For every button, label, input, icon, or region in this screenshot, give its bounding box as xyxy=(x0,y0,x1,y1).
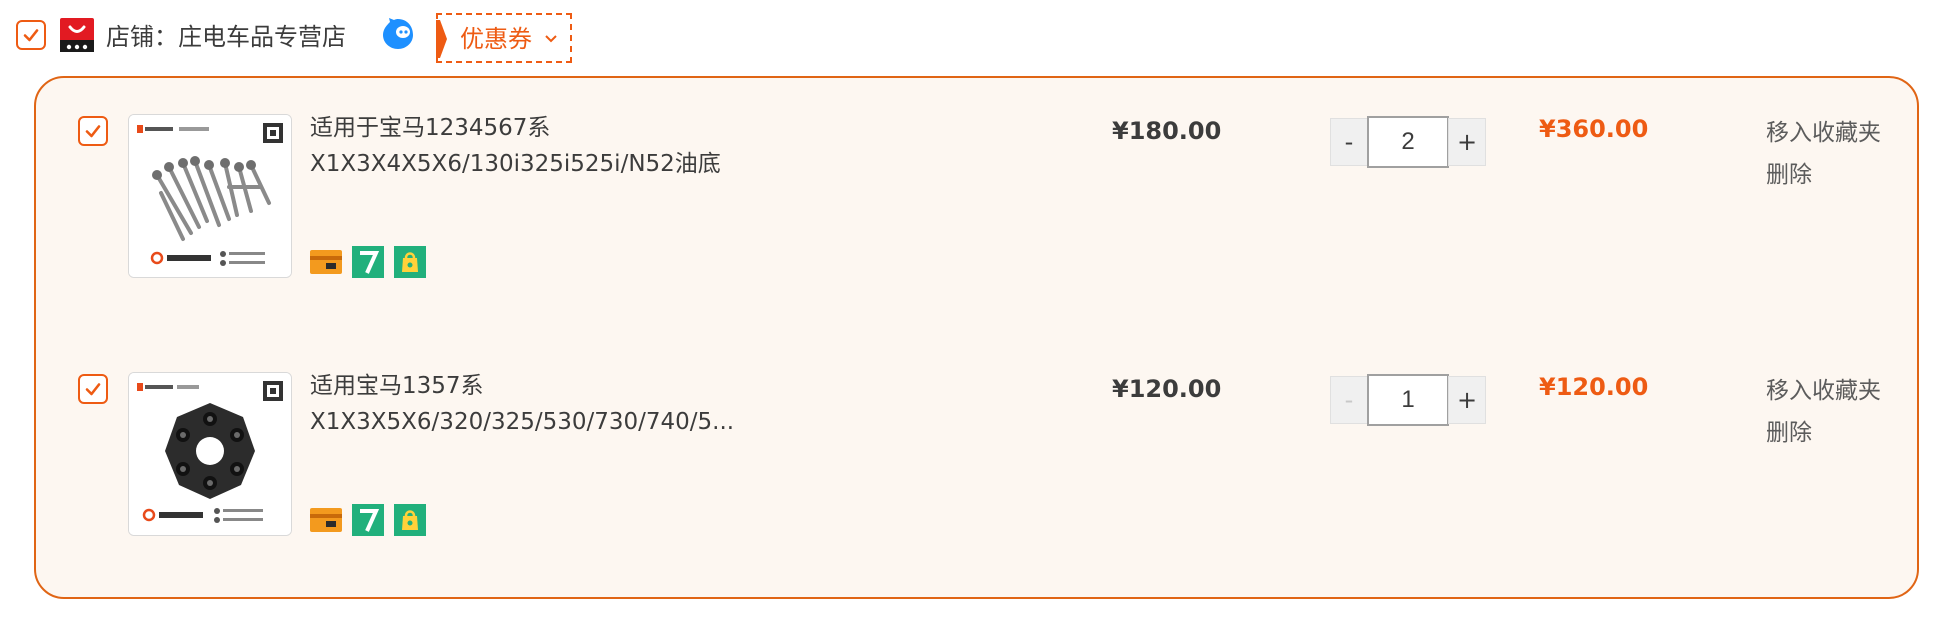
quantity-increase-button[interactable]: + xyxy=(1448,118,1486,166)
shopping-bag-icon[interactable] xyxy=(394,504,426,536)
seven-day-return-icon[interactable] xyxy=(352,246,384,278)
quantity-stepper: - + xyxy=(1330,374,1486,426)
move-to-favorites-link[interactable]: 移入收藏夹 xyxy=(1766,370,1881,412)
tmall-shop-icon xyxy=(60,18,94,52)
product-thumbnail[interactable] xyxy=(128,114,292,278)
checkmark-icon xyxy=(23,29,39,42)
seven-day-return-icon[interactable] xyxy=(352,504,384,536)
item-select-checkbox[interactable] xyxy=(78,116,108,146)
quantity-input[interactable] xyxy=(1367,116,1449,168)
product-title-link[interactable]: 适用宝马1357系 X1X3X5X6/320/325/530/730/740/5… xyxy=(310,368,870,440)
shop-name[interactable]: 店铺：庄电车品专营店 xyxy=(106,20,346,54)
cart-items-panel: 适用于宝马1234567系 X1X3X4X5X6/130i325i525i/N5… xyxy=(34,76,1919,599)
quantity-decrease-button[interactable]: - xyxy=(1330,118,1368,166)
chevron-down-icon xyxy=(545,35,557,43)
shop-select-checkbox[interactable] xyxy=(16,20,46,50)
item-select-checkbox[interactable] xyxy=(78,374,108,404)
cart-item: 适用宝马1357系 X1X3X5X6/320/325/530/730/740/5… xyxy=(36,372,1917,634)
aliwangwang-chat-icon[interactable] xyxy=(380,16,416,52)
quantity-decrease-button[interactable]: - xyxy=(1330,376,1368,424)
flex-disc-coupling-product-image xyxy=(129,373,291,535)
item-subtotal: ¥120.00 xyxy=(1539,373,1649,401)
shopping-bag-icon[interactable] xyxy=(394,246,426,278)
delete-item-link[interactable]: 删除 xyxy=(1766,154,1881,196)
bolt-set-product-image xyxy=(129,115,291,277)
quantity-input[interactable] xyxy=(1367,374,1449,426)
credit-card-icon[interactable] xyxy=(310,250,342,274)
item-operations: 移入收藏夹 删除 xyxy=(1766,112,1881,196)
unit-price: ¥120.00 xyxy=(1112,375,1222,403)
move-to-favorites-link[interactable]: 移入收藏夹 xyxy=(1766,112,1881,154)
product-title-line1: 适用于宝马1234567系 xyxy=(310,115,551,141)
item-subtotal: ¥360.00 xyxy=(1539,115,1649,143)
quantity-increase-button[interactable]: + xyxy=(1448,376,1486,424)
product-title-link[interactable]: 适用于宝马1234567系 X1X3X4X5X6/130i325i525i/N5… xyxy=(310,110,870,182)
shop-header: 店铺：庄电车品专营店 优惠券 xyxy=(0,0,1943,72)
product-title-line2: X1X3X4X5X6/130i325i525i/N52油底 xyxy=(310,151,721,177)
cart-item: 适用于宝马1234567系 X1X3X4X5X6/130i325i525i/N5… xyxy=(36,114,1917,376)
unit-price: ¥180.00 xyxy=(1112,117,1222,145)
product-title-line2: X1X3X5X6/320/325/530/730/740/5... xyxy=(310,409,735,435)
coupon-tag-icon xyxy=(436,20,447,58)
item-operations: 移入收藏夹 删除 xyxy=(1766,370,1881,454)
credit-card-icon[interactable] xyxy=(310,508,342,532)
checkmark-icon xyxy=(85,125,101,138)
delete-item-link[interactable]: 删除 xyxy=(1766,412,1881,454)
coupon-button[interactable]: 优惠券 xyxy=(436,13,572,63)
quantity-stepper: - + xyxy=(1330,116,1486,168)
coupon-label: 优惠券 xyxy=(460,25,532,53)
checkmark-icon xyxy=(85,383,101,396)
product-thumbnail[interactable] xyxy=(128,372,292,536)
product-title-line1: 适用宝马1357系 xyxy=(310,373,484,399)
